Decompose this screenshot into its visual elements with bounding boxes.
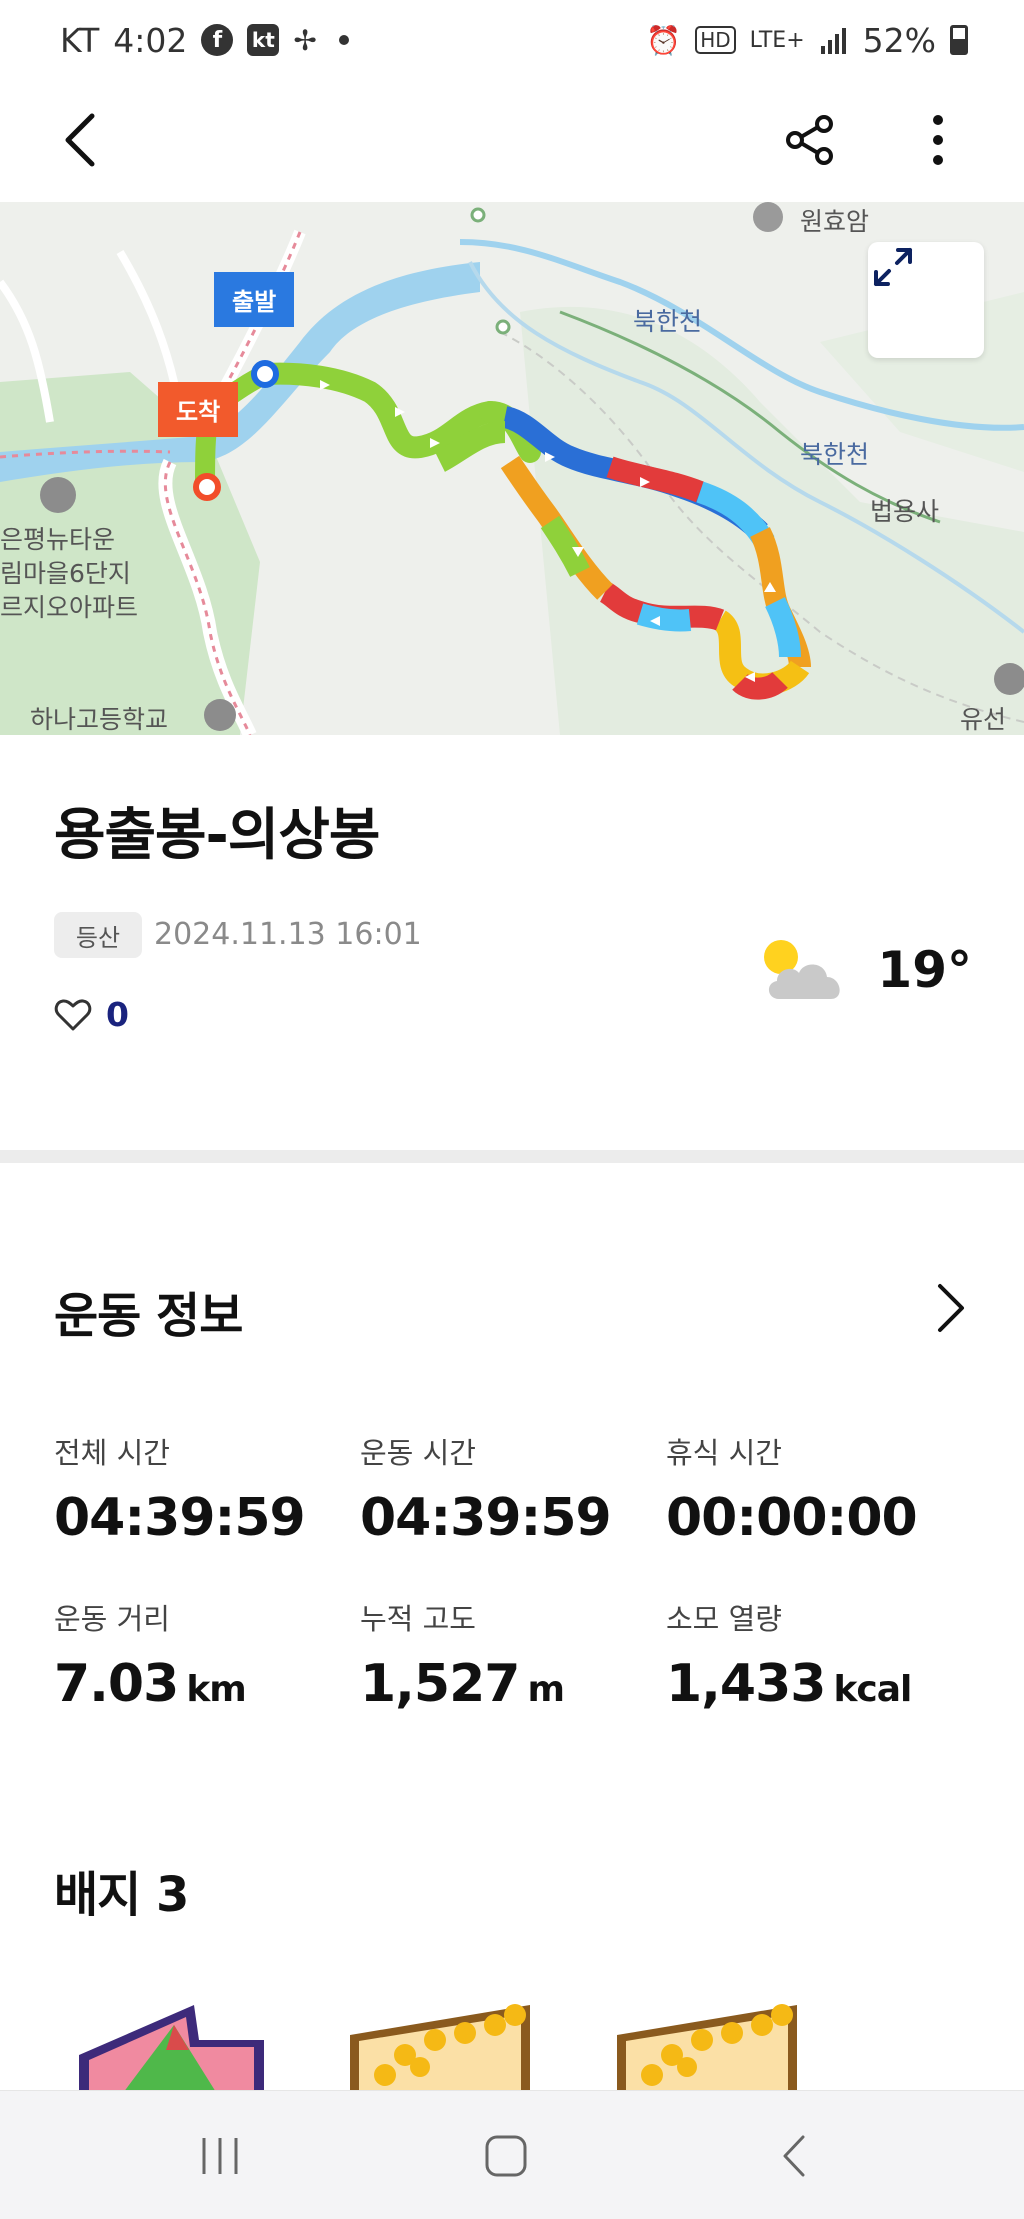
flower-badge-icon bbox=[617, 2004, 797, 2095]
back-nav-icon bbox=[783, 2135, 805, 2176]
stat-value: 04:39:59 bbox=[360, 1488, 612, 1548]
stat-label: 운동 거리 bbox=[54, 1602, 170, 1636]
exercise-info-detail-button[interactable] bbox=[928, 1280, 974, 1336]
status-bar: KT 4:02 f kt ✢ ⏰ HD LTE+ 52% bbox=[0, 0, 1024, 80]
carrier: KT bbox=[60, 20, 100, 60]
battery-icon bbox=[950, 25, 968, 55]
back-nav-button[interactable] bbox=[724, 2091, 864, 2219]
route-map[interactable]: 출발 도착 원효암 북한천 북한천 법용사 은평뉴타운 림마을6단지 르지오아파… bbox=[0, 202, 1024, 735]
temperature: 19° bbox=[877, 941, 972, 999]
home-icon bbox=[485, 2135, 527, 2176]
more-vertical-icon bbox=[933, 115, 943, 165]
heart-icon bbox=[54, 998, 92, 1030]
stat-label: 전체 시간 bbox=[54, 1436, 170, 1470]
start-marker-label: 출발 bbox=[214, 272, 295, 327]
stat-exercise-time: 운동 시간 04:39:59 bbox=[360, 1430, 612, 1548]
partly-cloudy-icon bbox=[764, 940, 841, 999]
kt-icon: kt bbox=[247, 24, 280, 56]
share-icon bbox=[786, 115, 833, 165]
pinwheel-icon: ✢ bbox=[293, 23, 317, 57]
stat-rest-time: 휴식 시간 00:00:00 bbox=[666, 1430, 918, 1548]
map-label-stream-2: 북한천 bbox=[800, 440, 870, 469]
badge-list bbox=[0, 1985, 1024, 2095]
stat-label: 휴식 시간 bbox=[666, 1436, 782, 1470]
top-app-bar bbox=[0, 80, 1024, 200]
map-label-site: 유선 bbox=[960, 705, 1007, 734]
flower-badge-icon bbox=[350, 2004, 530, 2095]
stat-value: 04:39:59 bbox=[54, 1488, 306, 1548]
mountain-badge-icon bbox=[79, 2005, 264, 2095]
expand-map-button[interactable] bbox=[868, 242, 984, 358]
facebook-icon: f bbox=[201, 24, 234, 56]
stat-calories: 소모 열량 1,433 kcal bbox=[666, 1596, 912, 1714]
recent-apps-button[interactable] bbox=[150, 2091, 290, 2219]
map-label-stream: 북한천 bbox=[633, 307, 703, 336]
clock: 4:02 bbox=[113, 20, 188, 60]
map-label-apartment-3: 르지오아파트 bbox=[0, 593, 139, 622]
stat-label: 누적 고도 bbox=[360, 1602, 476, 1636]
stat-value: 7.03 km bbox=[54, 1654, 247, 1714]
expand-icon bbox=[874, 248, 912, 286]
badge-flowers-2[interactable] bbox=[612, 1995, 812, 2095]
back-button[interactable] bbox=[50, 110, 110, 170]
like-button[interactable]: 0 bbox=[54, 995, 129, 1034]
dot-icon bbox=[338, 35, 349, 45]
weather: 19° bbox=[759, 935, 972, 1005]
battery-percent: 52% bbox=[862, 20, 936, 60]
share-button[interactable] bbox=[780, 110, 840, 170]
chevron-right-icon bbox=[938, 1284, 964, 1332]
stat-total-time: 전체 시간 04:39:59 bbox=[54, 1430, 306, 1548]
activity-datetime: 2024.11.13 16:01 bbox=[154, 917, 422, 952]
alarm-icon: ⏰ bbox=[646, 23, 682, 57]
signal-icon bbox=[819, 26, 849, 54]
like-count: 0 bbox=[106, 995, 129, 1034]
map-label-apartment-1: 은평뉴타운 bbox=[0, 525, 116, 554]
stat-elevation: 누적 고도 1,527 m bbox=[360, 1596, 565, 1714]
more-options-button[interactable] bbox=[908, 110, 968, 170]
badge-flowers-1[interactable] bbox=[345, 1995, 545, 2095]
map-label-temple: 원효암 bbox=[800, 207, 870, 236]
activity-title: 용출봉-의상봉 bbox=[54, 803, 380, 868]
map-label-school: 하나고등학교 bbox=[30, 705, 169, 734]
section-divider bbox=[0, 1150, 1024, 1163]
exercise-info-heading: 운동 정보 bbox=[54, 1288, 243, 1344]
stat-label: 운동 시간 bbox=[360, 1436, 476, 1470]
end-marker-label: 도착 bbox=[158, 382, 239, 437]
category-badge: 등산 bbox=[54, 912, 142, 958]
stat-label: 소모 열량 bbox=[666, 1602, 782, 1636]
home-button[interactable] bbox=[436, 2091, 576, 2219]
hd-icon: HD bbox=[695, 26, 736, 54]
stat-distance: 운동 거리 7.03 km bbox=[54, 1596, 247, 1714]
stat-value: 1,527 m bbox=[360, 1654, 565, 1714]
chevron-left-icon bbox=[65, 113, 95, 167]
badges-heading: 배지 3 bbox=[54, 1867, 189, 1923]
system-nav-bar bbox=[0, 2090, 1024, 2219]
map-label-apartment-2: 림마을6단지 bbox=[0, 559, 131, 588]
map-label-temple-2: 법용사 bbox=[870, 497, 940, 526]
lte-icon: LTE+ bbox=[749, 27, 805, 53]
badge-mountain[interactable] bbox=[74, 1995, 274, 2095]
stat-value: 1,433 kcal bbox=[666, 1654, 912, 1714]
stat-value: 00:00:00 bbox=[666, 1488, 918, 1548]
recent-apps-icon bbox=[202, 2137, 238, 2174]
